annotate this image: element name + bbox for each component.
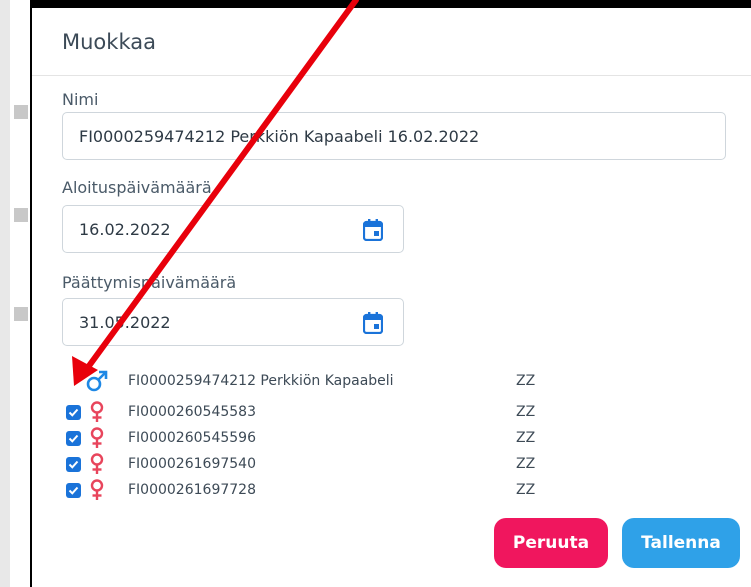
- name-label: Nimi: [62, 90, 99, 109]
- end-date-value: 31.05.2022: [79, 312, 171, 332]
- name-input-value: FI0000259474212 Perkkiön Kapaabeli 16.02…: [79, 126, 480, 146]
- backdrop-mark: [14, 105, 28, 119]
- animal-code: ZZ: [516, 430, 536, 446]
- start-date-value: 16.02.2022: [79, 219, 171, 239]
- list-item: FI0000260545596 ZZ: [66, 426, 535, 450]
- checkmark-icon: [68, 486, 79, 495]
- animal-name: FI0000260545596: [128, 430, 256, 446]
- row-checkbox[interactable]: [66, 404, 81, 420]
- cancel-button[interactable]: Peruuta: [494, 518, 608, 568]
- row-checkbox[interactable]: [66, 430, 81, 446]
- backdrop-mark: [14, 208, 28, 222]
- dialog-header: Muokkaa: [32, 8, 751, 76]
- animal-name: FI0000261697540: [128, 456, 256, 472]
- edit-dialog: Muokkaa Nimi FI0000259474212 Perkkiön Ka…: [30, 6, 751, 587]
- save-button[interactable]: Tallenna: [622, 518, 740, 568]
- list-item: FI0000261697728 ZZ: [66, 478, 535, 502]
- female-symbol-icon: [81, 453, 113, 475]
- female-symbol-icon: [81, 401, 113, 423]
- animal-name: FI0000260545583: [128, 404, 256, 420]
- list-item: FI0000261697540 ZZ: [66, 452, 535, 476]
- animal-name: FI0000261697728: [128, 482, 256, 498]
- checkmark-icon: [68, 460, 79, 469]
- animal-code: ZZ: [516, 373, 536, 389]
- checkmark-icon: [68, 408, 79, 417]
- end-date-input[interactable]: 31.05.2022: [62, 298, 404, 346]
- list-item: FI0000260545583 ZZ: [66, 400, 535, 424]
- row-checkbox[interactable]: [66, 374, 81, 389]
- animal-code: ZZ: [516, 404, 536, 420]
- backdrop-mark: [14, 307, 28, 321]
- calendar-icon[interactable]: [363, 219, 383, 241]
- row-checkbox[interactable]: [66, 482, 81, 498]
- female-symbol-icon: [81, 427, 113, 449]
- row-checkbox[interactable]: [66, 456, 81, 472]
- calendar-icon[interactable]: [363, 312, 383, 334]
- start-date-label: Aloituspäivämäärä: [62, 178, 212, 197]
- checkmark-icon: [68, 434, 79, 443]
- animal-code: ZZ: [516, 482, 536, 498]
- animal-code: ZZ: [516, 456, 536, 472]
- dialog-title: Muokkaa: [62, 30, 156, 54]
- start-date-input[interactable]: 16.02.2022: [62, 205, 404, 253]
- female-symbol-icon: [81, 479, 113, 501]
- animal-name: FI0000259474212 Perkkiön Kapaabeli: [128, 373, 394, 389]
- male-symbol-icon: [81, 369, 113, 393]
- page-backdrop: [0, 0, 30, 587]
- backdrop-stripe: [0, 0, 10, 587]
- name-input[interactable]: FI0000259474212 Perkkiön Kapaabeli 16.02…: [62, 112, 726, 160]
- list-item: FI0000259474212 Perkkiön Kapaabeli ZZ: [66, 369, 535, 393]
- end-date-label: Päättymispäivämäärä: [62, 273, 237, 292]
